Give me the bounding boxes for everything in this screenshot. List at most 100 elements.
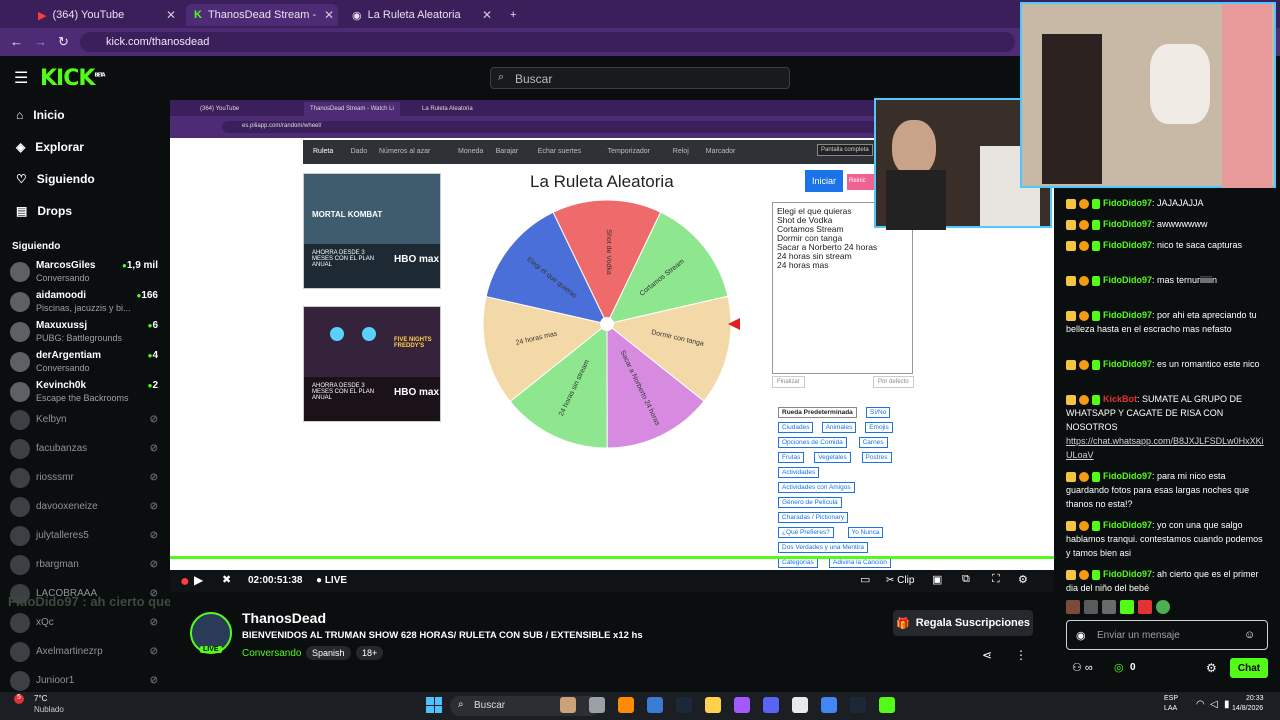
preset-button[interactable]: Charadas / Pictionary (778, 512, 849, 523)
emote-icon[interactable] (1102, 600, 1116, 614)
preset-button[interactable]: Actividades con Amigos (778, 482, 855, 493)
close-icon[interactable]: ✕ (166, 8, 176, 22)
wheel-menu-item[interactable]: Moneda (458, 148, 483, 155)
chat-username[interactable]: FidoDido97 (1103, 520, 1152, 530)
chat-username[interactable]: FidoDido97 (1103, 240, 1152, 250)
taskbar-app-icon[interactable] (879, 697, 895, 713)
clip-button[interactable]: ✂ Clip (886, 575, 914, 586)
emoji-icon[interactable]: ☺ (1244, 629, 1255, 641)
progress-bar[interactable] (170, 556, 1054, 559)
menu-icon[interactable]: ☰ (14, 68, 28, 88)
taskbar-app-icon[interactable] (734, 697, 750, 713)
fullscreen-icon[interactable]: ⛶ (992, 573, 1000, 586)
tag[interactable]: Spanish (306, 646, 351, 660)
preset-button[interactable]: Ciudades (778, 422, 814, 433)
channel-item[interactable]: davooxeneize ⊘ (10, 493, 160, 523)
channel-item[interactable]: Maxuxussj PUBG: Battlegrounds 6 (10, 318, 160, 348)
people-icon[interactable]: ⚇ ∞ (1072, 661, 1093, 674)
settings-icon[interactable]: ⚙ (1206, 661, 1217, 675)
chat-username[interactable]: FidoDido97 (1103, 471, 1152, 481)
preset-button[interactable]: Emojis (865, 422, 893, 433)
preset-button[interactable]: Yo Nunca (847, 527, 884, 538)
emote-icon[interactable] (1120, 600, 1134, 614)
preset-button[interactable]: ¿Qué Prefieres? (778, 527, 834, 538)
channel-item[interactable]: derArgentiam Conversando 4 (10, 348, 160, 378)
preset-button[interactable]: Animales (821, 422, 857, 433)
cast-icon[interactable]: ⧉ (962, 573, 970, 586)
chat-input[interactable]: Enviar un mensaje (1066, 620, 1268, 650)
reload-icon[interactable]: ↻ (58, 34, 69, 50)
preset-button[interactable]: Rueda Predeterminada (778, 407, 857, 418)
start-button[interactable]: Iniciar (805, 170, 843, 192)
pip-icon[interactable]: ▣ (932, 573, 942, 586)
finish-button[interactable]: Finalizar (772, 376, 805, 388)
channel-item[interactable]: julytalleres5 ⊘ (10, 522, 160, 552)
wheel-menu-item[interactable]: Echar suertes (538, 148, 581, 155)
preset-button[interactable]: Frutas (778, 452, 805, 463)
taskbar-app-icon[interactable] (676, 697, 692, 713)
taskbar-app-icon[interactable] (850, 697, 866, 713)
preset-button[interactable]: Postres (861, 452, 892, 463)
tag[interactable]: 18+ (356, 646, 384, 660)
taskbar-app-icon[interactable] (589, 697, 605, 713)
close-icon[interactable]: ✕ (482, 8, 492, 22)
taskbar-app-icon[interactable] (763, 697, 779, 713)
channel-item[interactable]: rbargman ⊘ (10, 551, 160, 581)
clock-date[interactable]: 14/8/2026 (1232, 705, 1263, 712)
preset-button[interactable]: Carnes (858, 437, 888, 448)
emote-icon[interactable] (1084, 600, 1098, 614)
taskbar-search[interactable]: Buscar (450, 696, 600, 716)
chat-username[interactable]: FidoDido97 (1103, 310, 1152, 320)
new-tab-button[interactable]: + (502, 4, 524, 26)
windows-start-icon[interactable] (426, 697, 442, 713)
taskbar-app-icon[interactable] (618, 697, 634, 713)
share-icon[interactable]: ⋖ (982, 648, 992, 662)
taskbar-app-icon[interactable] (705, 697, 721, 713)
chat-username[interactable]: FidoDido97 (1103, 569, 1152, 579)
theater-icon[interactable]: ▭ (860, 573, 870, 586)
channel-item[interactable]: xQc ⊘ (10, 609, 160, 639)
url-field[interactable]: kick.com/thanosdead (80, 32, 1015, 52)
preset-button[interactable]: Dos Verdades y una Mentira (778, 542, 869, 553)
chat-username[interactable]: FidoDido97 (1103, 359, 1152, 369)
nav-inicio[interactable]: ⌂ Inicio (16, 108, 65, 122)
nav-siguiendo[interactable]: ♡ Siguiendo (16, 172, 95, 186)
channel-item[interactable]: riosssmr ⊘ (10, 464, 160, 494)
options-icon[interactable]: ⋮ (1015, 648, 1027, 662)
wheel-menu-item[interactable]: Números al azar (379, 148, 430, 155)
lang-layout[interactable]: LAA (1164, 705, 1177, 712)
kick-logo[interactable]: KICKBETA (40, 66, 106, 91)
back-icon[interactable]: ← (10, 34, 23, 49)
wheel-menu-item[interactable]: Ruleta (313, 148, 333, 155)
volume-icon[interactable]: ◁ (1210, 699, 1218, 710)
wifi-icon[interactable]: ◠ (1196, 699, 1205, 710)
settings-icon[interactable]: ⚙ (1018, 573, 1028, 586)
fullscreen-button[interactable]: Pantalla completa (817, 144, 873, 156)
channel-item[interactable]: Kelbyn ⊘ (10, 406, 160, 436)
wheel-menu-item[interactable]: Temporizador (608, 148, 650, 155)
lang[interactable]: ESP (1164, 695, 1178, 702)
channel-item[interactable]: Axelmartinezrp ⊘ (10, 638, 160, 668)
tab-ruleta[interactable]: ◉ La Ruleta Aleatoria ✕ (344, 4, 496, 26)
preset-button[interactable]: Sí/No (866, 407, 891, 418)
emote-icon[interactable] (1138, 600, 1152, 614)
close-icon[interactable]: ✕ (324, 8, 334, 22)
emote-icon[interactable] (1066, 600, 1080, 614)
battery-icon[interactable]: ▮ (1224, 699, 1230, 710)
preset-button[interactable]: Opciones de Comida (778, 437, 847, 448)
taskbar-app-icon[interactable] (647, 697, 663, 713)
chat-send-button[interactable]: Chat (1230, 658, 1268, 678)
forward-icon[interactable]: → (34, 34, 47, 49)
chat-username[interactable]: FidoDido97 (1103, 198, 1152, 208)
play-button[interactable]: ▶ (194, 573, 203, 587)
default-button[interactable]: Por defecto (873, 376, 914, 388)
channel-item[interactable]: Kevinch0k Escape the Backrooms 2 (10, 378, 160, 408)
emote-icon[interactable] (1156, 600, 1170, 614)
taskbar-app-icon[interactable] (792, 697, 808, 713)
wheel-menu-item[interactable]: Barajar (496, 148, 519, 155)
wheel-menu-item[interactable]: Reloj (673, 148, 689, 155)
channel-name[interactable]: ThanosDead (242, 610, 326, 626)
taskbar-app-icon[interactable] (560, 697, 576, 713)
reset-button[interactable]: Reinic (847, 174, 877, 190)
search-input[interactable]: Buscar (490, 67, 790, 89)
